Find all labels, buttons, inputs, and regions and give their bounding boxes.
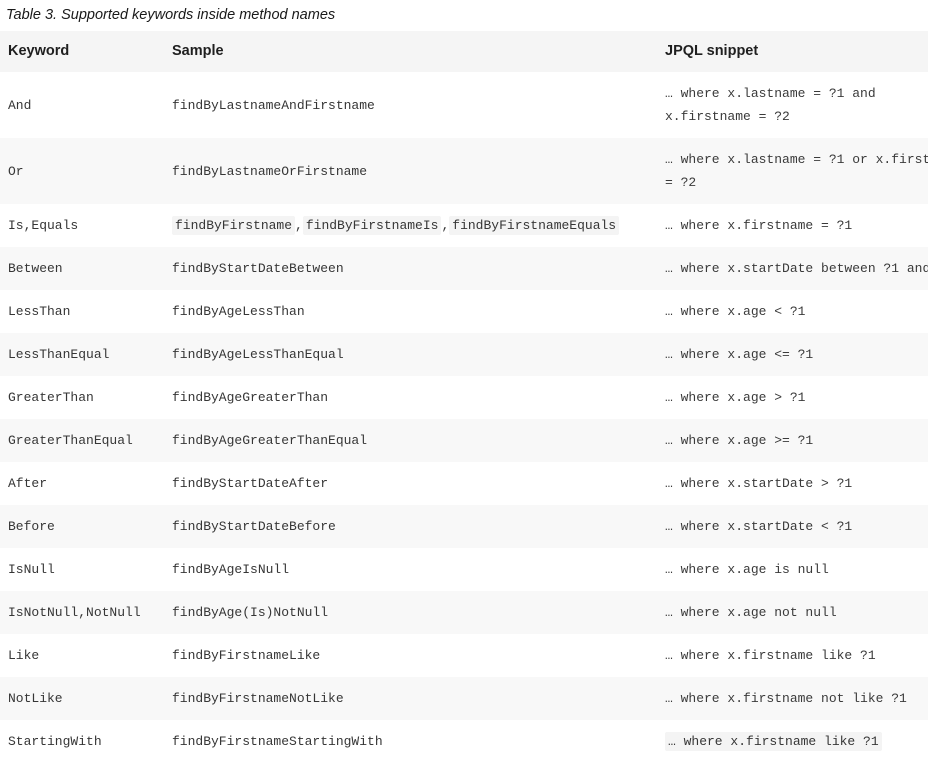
cell-jpql-snippet: … where x.firstname like ?1: [665, 648, 876, 663]
table-row: GreaterThanEqual findByAgeGreaterThanEqua…: [0, 419, 928, 462]
table-row: Or findByLastnameOrFirstname … where x.las…: [0, 138, 928, 204]
cell-sample: findByStartDateAfter: [172, 476, 329, 491]
table-row: Like findByFirstnameLike … where x.firstna…: [0, 634, 928, 677]
table-row: Between findByStartDateBetween … where x.s…: [0, 247, 928, 290]
supported-keywords-table: Keyword Sample JPQL snippet And findByLas…: [0, 31, 928, 763]
jpql-code-chip: … where x.firstname like ?1: [665, 732, 882, 751]
cell-keyword: StartingWith: [8, 734, 102, 749]
table-row: IsNull findByAgeIsNull … where x.age is nu…: [0, 548, 928, 591]
document-page: Table 3. Supported keywords inside metho…: [0, 0, 928, 763]
cell-jpql-snippet: … where x.age < ?1: [665, 304, 806, 319]
cell-jpql-snippet: … where x.age >= ?1: [665, 433, 814, 448]
table-row: Is,Equals findByFirstname, findByFirstname…: [0, 204, 928, 247]
table-row: LessThanEqual findByAgeLessThanEqual … whe…: [0, 333, 928, 376]
cell-sample: findByAgeLessThan: [172, 304, 305, 319]
cell-sample: findByLastnameOrFirstname: [172, 163, 368, 179]
cell-keyword: NotLike: [8, 691, 63, 706]
sample-code-chip: findByFirstname: [172, 216, 296, 235]
table-row: StartingWith findByFirstnameStartingWith ……: [0, 720, 928, 763]
table-row: NotLike findByFirstnameNotLike … where x.f…: [0, 677, 928, 720]
cell-jpql-snippet: … where x.lastname = ?1 or x.firstname = …: [657, 138, 928, 204]
cell-sample: findByFirstnameNotLike: [172, 691, 344, 706]
cell-sample: findByFirstnameStartingWith: [172, 734, 383, 749]
cell-jpql-snippet: … where x.age is null: [665, 562, 829, 577]
jpql-line: … where x.lastname = ?1 or x.firstname: [665, 152, 928, 167]
table-body: And findByLastnameAndFirstname … where x.l…: [0, 72, 928, 763]
sample-code-chip: findByFirstnameIs: [302, 216, 442, 235]
cell-sample: findByAgeGreaterThan: [172, 390, 329, 405]
jpql-line: … where x.lastname = ?1 and: [665, 86, 876, 101]
table-row: LessThan findByAgeLessThan … where x.age <…: [0, 290, 928, 333]
cell-keyword: IsNull: [8, 562, 55, 577]
jpql-line: x.firstname = ?2: [665, 109, 790, 124]
cell-sample: findByStartDateBefore: [172, 519, 336, 534]
cell-sample: findByLastnameAndFirstname: [172, 97, 375, 113]
table-row: After findByStartDateAfter … where x.start…: [0, 462, 928, 505]
cell-keyword: GreaterThan: [8, 390, 94, 405]
cell-sample: findByFirstname, findByFirstnameIs, findBy…: [164, 204, 657, 247]
table-row: GreaterThan findByAgeGreaterThan … where x…: [0, 376, 928, 419]
table-row: And findByLastnameAndFirstname … where x.l…: [0, 72, 928, 138]
column-header-jpql: JPQL snippet: [657, 31, 928, 72]
cell-sample: findByAgeIsNull: [172, 562, 290, 577]
cell-keyword: IsNotNull,NotNull: [8, 605, 141, 620]
cell-keyword: And: [8, 97, 32, 113]
cell-jpql-snippet: … where x.startDate between ?1 and ?2: [665, 261, 928, 276]
cell-jpql-snippet: … where x.startDate > ?1: [665, 476, 853, 491]
table-caption: Table 3. Supported keywords inside metho…: [6, 7, 336, 23]
sample-code-chip: findByFirstnameEquals: [449, 216, 620, 235]
cell-keyword: LessThanEqual: [8, 347, 110, 362]
cell-sample: findByAge(Is)NotNull: [172, 605, 329, 620]
cell-sample: findByAgeGreaterThanEqual: [172, 433, 368, 448]
cell-sample: findByStartDateBetween: [172, 261, 344, 276]
table-row: Before findByStartDateBefore … where x.sta…: [0, 505, 928, 548]
cell-jpql-snippet: … where x.firstname not like ?1: [665, 691, 907, 706]
table-header: Keyword Sample JPQL snippet: [0, 31, 928, 72]
table-header-row: Keyword Sample JPQL snippet: [0, 31, 928, 72]
chip-separator: ,: [295, 218, 303, 233]
cell-keyword: Or: [8, 163, 24, 179]
cell-keyword: Is,Equals: [8, 218, 79, 233]
table-row: IsNotNull,NotNull findByAge(Is)NotNull … w…: [0, 591, 928, 634]
cell-keyword: LessThan: [8, 304, 71, 319]
cell-keyword: Between: [8, 261, 63, 276]
cell-jpql-snippet: … where x.firstname like ?1: [657, 720, 928, 763]
cell-jpql-snippet: … where x.lastname = ?1 and x.firstname =…: [657, 72, 928, 138]
column-header-sample: Sample: [164, 31, 657, 72]
cell-jpql-snippet: … where x.firstname = ?1: [665, 218, 853, 233]
cell-sample: findByFirstnameLike: [172, 648, 321, 663]
cell-jpql-snippet: … where x.age > ?1: [665, 390, 806, 405]
cell-jpql-snippet: … where x.age <= ?1: [665, 347, 814, 362]
column-header-keyword: Keyword: [0, 31, 164, 72]
cell-sample: findByAgeLessThanEqual: [172, 347, 344, 362]
cell-jpql-snippet: … where x.startDate < ?1: [665, 519, 853, 534]
cell-jpql-snippet: … where x.age not null: [665, 605, 837, 620]
cell-keyword: GreaterThanEqual: [8, 433, 133, 448]
cell-keyword: After: [8, 476, 48, 491]
jpql-line: = ?2: [665, 175, 697, 190]
cell-keyword: Like: [8, 648, 40, 663]
cell-keyword: Before: [8, 519, 55, 534]
